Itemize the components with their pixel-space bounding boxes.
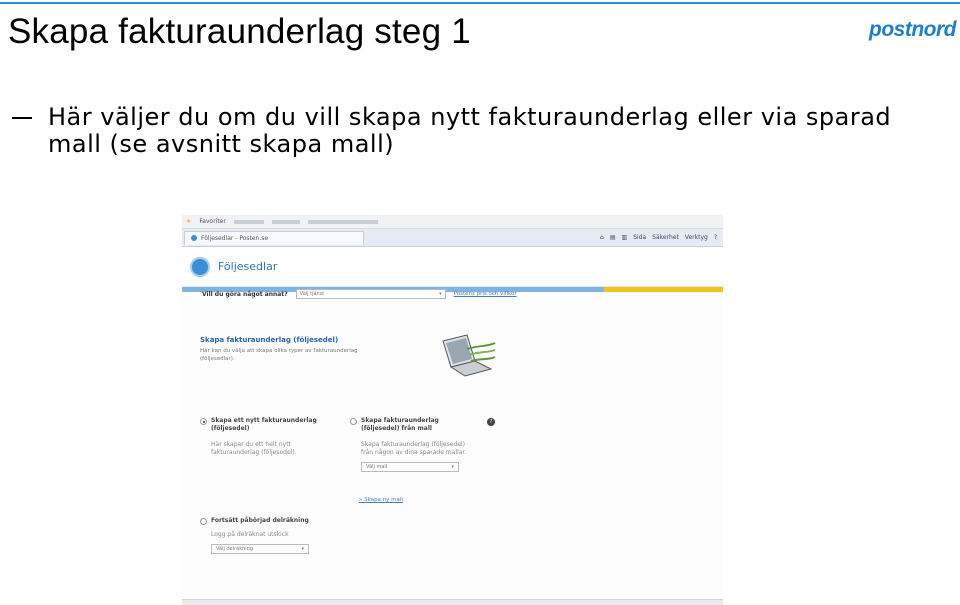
option-new-radio[interactable] — [200, 418, 207, 425]
service-select[interactable]: Välj tjänst ▾ — [295, 289, 446, 299]
tab-label: Följesedlar - Posten.se — [201, 234, 269, 242]
bullet-item: Här väljer du om du vill skapa nytt fakt… — [12, 104, 942, 158]
tab-bar: Följesedlar - Posten.se ⌂ ▤ ▥ Sida Säker… — [182, 229, 723, 247]
choose-row: Vill du göra något annat? Välj tjänst ▾ … — [202, 289, 517, 299]
tab-favicon-icon — [191, 235, 197, 241]
laptop-illustration-icon — [442, 334, 496, 377]
favorites-link-3[interactable] — [307, 219, 378, 224]
favorites-bar: ★ Favoriter — [182, 215, 723, 229]
site-logo-icon — [190, 256, 210, 277]
browser-screenshot: ★ Favoriter Följesedlar - Posten.se ⌂ ▤ … — [182, 215, 723, 605]
toolbar-security[interactable]: Säkerhet — [652, 234, 679, 241]
status-bar — [182, 599, 723, 605]
page-header: Följesedlar — [182, 247, 723, 287]
continue-select[interactable]: Välj delräkning ▾ — [211, 544, 309, 554]
option-new-title: Skapa ett nytt fakturaunderlag (följesed… — [211, 417, 317, 432]
continue-select-value: Välj delräkning — [216, 546, 254, 552]
template-select[interactable]: Välj mall ▾ — [361, 462, 459, 472]
print-icon[interactable]: ▥ — [622, 234, 628, 241]
help-icon[interactable]: ? — [487, 418, 495, 426]
option-template-title: Skapa fakturaunderlag (följesedel) från … — [361, 417, 439, 432]
favorites-star-icon[interactable]: ★ — [186, 218, 191, 225]
page-header-title: Följesedlar — [218, 260, 278, 273]
top-rule — [0, 2, 960, 4]
chevron-down-icon: ▾ — [301, 546, 304, 552]
option-new[interactable]: Skapa ett nytt fakturaunderlag (följesed… — [200, 417, 321, 457]
option-continue-title: Fortsätt påbörjad delräkning — [211, 517, 309, 524]
chevron-down-icon: ▾ — [451, 464, 454, 470]
option-template[interactable]: Skapa fakturaunderlag (följesedel) från … — [350, 417, 471, 472]
template-select-value: Välj mall — [366, 464, 388, 470]
toolbar-page[interactable]: Sida — [633, 234, 646, 241]
option-continue[interactable]: Fortsätt påbörjad delräkning Logg på del… — [200, 517, 341, 554]
section-title: Skapa fakturaunderlag (följesedel) — [200, 336, 339, 344]
option-continue-radio[interactable] — [200, 518, 207, 525]
bullet-text: Här väljer du om du vill skapa nytt fakt… — [48, 103, 892, 158]
choose-label: Vill du göra något annat? — [202, 290, 288, 298]
postnord-logo: postnord — [869, 18, 956, 41]
toolbar-tools[interactable]: Verktyg — [685, 234, 708, 241]
browser-tab[interactable]: Följesedlar - Posten.se — [184, 230, 364, 245]
favorites-label[interactable]: Favoriter — [199, 218, 225, 225]
browser-toolbar: ⌂ ▤ ▥ Sida Säkerhet Verktyg ? — [600, 234, 723, 241]
stripe-yellow — [603, 287, 723, 292]
terms-link[interactable]: Postens pris och villkor — [454, 291, 517, 297]
help-icon[interactable]: ? — [714, 234, 717, 241]
chevron-down-icon: ▾ — [439, 291, 442, 297]
favorites-link-1[interactable] — [233, 219, 264, 224]
service-select-value: Välj tjänst — [299, 291, 325, 297]
option-template-desc: Skapa fakturaunderlag (följesedel) från … — [361, 441, 467, 456]
slide-title: Skapa fakturaunderlag steg 1 — [8, 12, 471, 51]
feeds-icon[interactable]: ▤ — [610, 234, 616, 241]
option-new-desc: Här skapar du ett helt nytt fakturaunder… — [211, 441, 297, 456]
favorites-link-2[interactable] — [271, 219, 300, 224]
section-description: Här kan du välja att skapa olika typer a… — [200, 348, 358, 362]
option-continue-desc: Logg på delräknat utskick — [211, 531, 289, 538]
new-template-link[interactable]: » Skapa ny mall — [359, 497, 403, 503]
option-template-radio[interactable] — [350, 418, 357, 425]
home-icon[interactable]: ⌂ — [600, 234, 604, 241]
bullet-dash-icon — [12, 117, 32, 119]
